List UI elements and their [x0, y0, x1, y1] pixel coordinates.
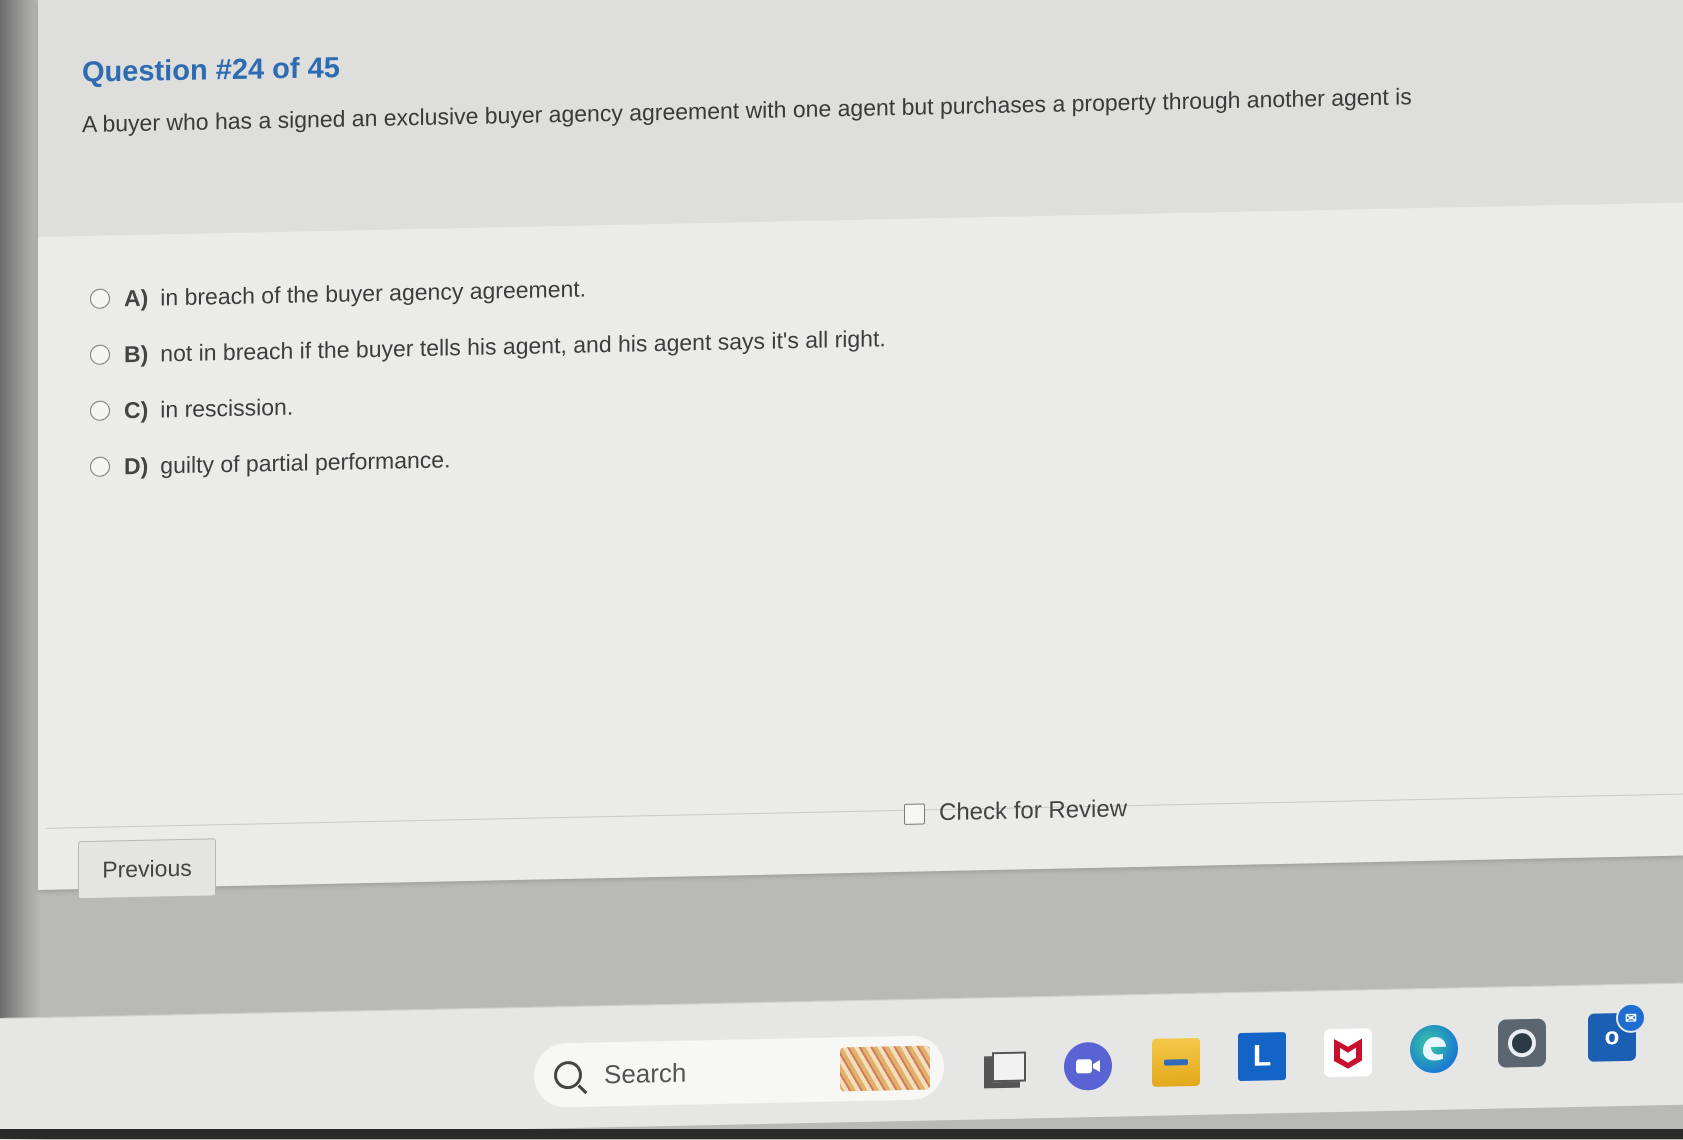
review-checkbox[interactable] — [904, 802, 925, 825]
radio-button[interactable] — [90, 456, 110, 477]
footer-divider — [46, 793, 1683, 829]
option-text: guilty of partial performance. — [160, 445, 451, 478]
option-letter: C) — [124, 396, 149, 423]
search-label: Search — [604, 1057, 687, 1089]
meet-icon[interactable] — [1064, 1041, 1112, 1091]
radio-button[interactable] — [90, 288, 110, 309]
mail-badge-icon: ✉ — [1616, 1002, 1646, 1034]
windows-start-icon[interactable] — [460, 1056, 506, 1103]
radio-button[interactable] — [90, 344, 110, 365]
edge-icon[interactable] — [1410, 1024, 1458, 1074]
task-view-icon[interactable] — [978, 1048, 1026, 1097]
answer-options: A) in breach of the buyer agency agreeme… — [90, 254, 886, 495]
outlook-icon[interactable]: o ✉ — [1588, 1002, 1646, 1062]
review-label: Check for Review — [939, 795, 1128, 827]
file-explorer-icon[interactable] — [1152, 1037, 1200, 1087]
mcafee-icon[interactable] — [1324, 1028, 1372, 1078]
l-app-icon[interactable]: L — [1238, 1032, 1286, 1082]
option-letter: D) — [124, 452, 149, 479]
outlook-letter: o — [1604, 1023, 1620, 1051]
taskbar-search[interactable]: Search — [534, 1035, 944, 1108]
option-text: not in breach if the buyer tells his age… — [160, 324, 886, 366]
option-text: in rescission. — [160, 393, 294, 422]
question-text: A buyer who has a signed an exclusive bu… — [82, 83, 1412, 138]
option-text: in breach of the buyer agency agreement. — [160, 275, 587, 310]
screen-bottom-edge — [0, 1129, 1683, 1139]
radio-button[interactable] — [90, 400, 110, 421]
option-letter: A) — [124, 284, 149, 311]
check-for-review[interactable]: Check for Review — [904, 795, 1127, 828]
camera-icon[interactable] — [1498, 1018, 1546, 1068]
question-card: Question #24 of 45 A buyer who has a sig… — [38, 0, 1683, 900]
question-header: Question #24 of 45 A buyer who has a sig… — [38, 0, 1683, 237]
previous-button[interactable]: Previous — [78, 838, 216, 900]
question-title: Question #24 of 45 — [82, 52, 340, 89]
screen-bezel — [0, 0, 40, 1139]
search-highlight-icon — [840, 1045, 930, 1092]
option-letter: B) — [124, 340, 149, 367]
taskbar: Search L o ✉ — [0, 982, 1683, 1140]
search-icon — [554, 1060, 582, 1090]
